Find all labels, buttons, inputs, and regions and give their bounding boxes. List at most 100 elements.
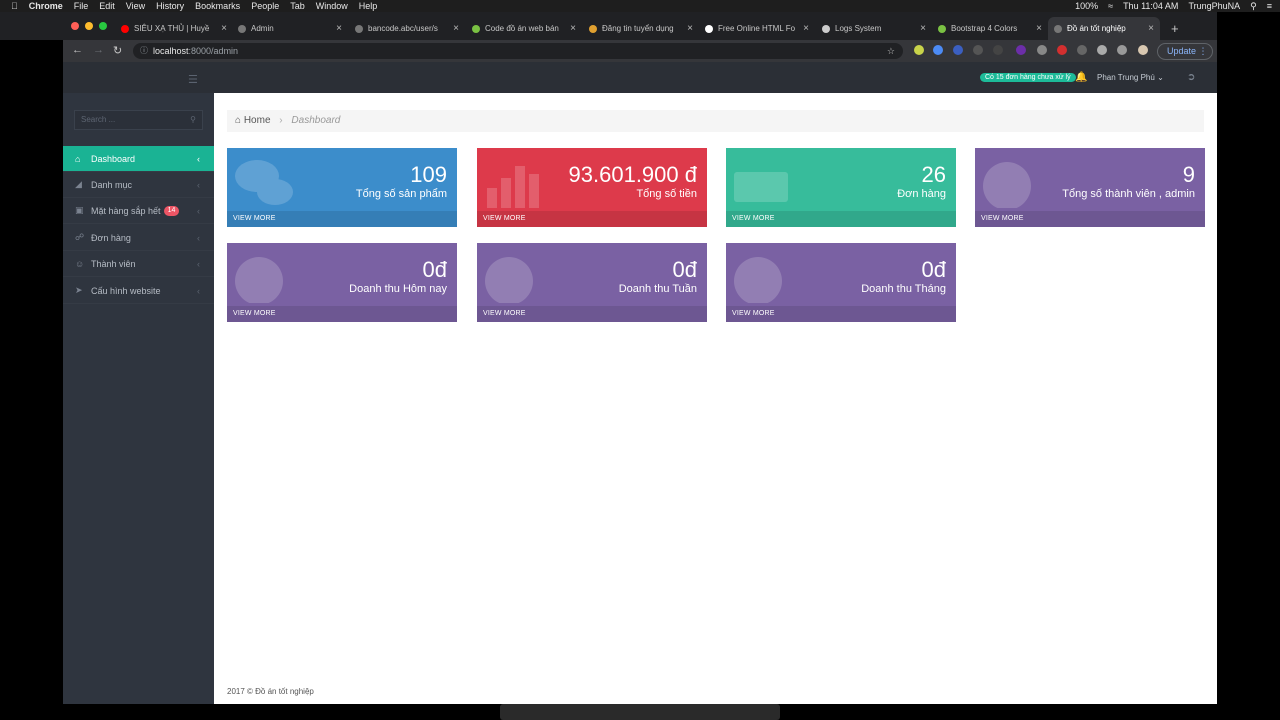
- sidebar-item-label: Danh mục: [91, 179, 133, 190]
- close-tab-icon[interactable]: ×: [221, 23, 227, 34]
- spotlight-icon[interactable]: ⚲: [1250, 1, 1257, 12]
- sidebar-item-categories[interactable]: ◢ Danh mục ‹: [63, 172, 214, 198]
- menu-clock[interactable]: Thu 11:04 AM: [1123, 1, 1178, 11]
- close-tab-icon[interactable]: ×: [570, 23, 576, 34]
- address-bar[interactable]: ⓘ localhost:8000/admin ☆: [133, 43, 903, 59]
- bookmark-star-icon[interactable]: ☆: [887, 43, 895, 59]
- browser-tab-active[interactable]: Đồ án tốt nghiệp ×: [1048, 17, 1160, 40]
- menu-file[interactable]: File: [74, 0, 89, 12]
- bar-chart-icon: [487, 166, 539, 208]
- view-more-link[interactable]: VIEW MORE: [975, 211, 1205, 227]
- extension-icon[interactable]: [993, 45, 1003, 55]
- reload-icon[interactable]: ↻: [113, 44, 122, 57]
- sidebar-item-label: Đơn hàng: [91, 232, 131, 243]
- battery-status[interactable]: 100%: [1075, 1, 1098, 11]
- browser-tab[interactable]: bancode.abc/user/s ×: [355, 17, 459, 40]
- menu-bookmarks[interactable]: Bookmarks: [195, 0, 240, 12]
- extension-icon[interactable]: [1016, 45, 1026, 55]
- menu-toggle-icon[interactable]: ☰: [188, 73, 198, 86]
- update-button[interactable]: Update ⋮: [1157, 43, 1213, 60]
- url-path: :8000/admin: [188, 46, 239, 56]
- sidebar-item-website-config[interactable]: ➤ Cấu hình website ‹: [63, 278, 214, 304]
- youtube-favicon-icon: [121, 24, 129, 33]
- browser-tab[interactable]: Logs System ×: [822, 17, 926, 40]
- adblock-icon[interactable]: [1057, 45, 1067, 55]
- close-tab-icon[interactable]: ×: [920, 23, 926, 34]
- control-center-icon[interactable]: ≡: [1267, 1, 1272, 11]
- extensions-puzzle-icon[interactable]: [1097, 45, 1107, 55]
- ff-favicon-icon: [705, 24, 713, 33]
- forward-icon[interactable]: →: [93, 44, 104, 56]
- stat-value: 9: [1182, 162, 1195, 187]
- order-notification-badge[interactable]: Có 15 đơn hàng chưa xử lý: [980, 73, 1076, 82]
- menu-window[interactable]: Window: [316, 0, 348, 12]
- close-tab-icon[interactable]: ×: [336, 23, 342, 34]
- view-more-link[interactable]: VIEW MORE: [227, 306, 457, 322]
- close-tab-icon[interactable]: ×: [803, 23, 809, 34]
- sidebar-search-input[interactable]: Search ... ⚲: [74, 110, 203, 130]
- extension-icon[interactable]: [914, 45, 924, 55]
- browser-tab[interactable]: Bootstrap 4 Colors ×: [938, 17, 1042, 40]
- menu-user[interactable]: TrungPhuNA: [1188, 1, 1240, 11]
- user-icon: ☺: [75, 258, 85, 269]
- comment-icon: [734, 172, 788, 202]
- logout-icon[interactable]: ➲: [1187, 72, 1195, 83]
- profile-avatar-icon[interactable]: [1138, 45, 1148, 55]
- app-menu[interactable]: Chrome: [29, 0, 63, 12]
- extension-icon[interactable]: [1077, 45, 1087, 55]
- close-tab-icon[interactable]: ×: [453, 23, 459, 34]
- breadcrumb: ⌂ Home › Dashboard: [227, 110, 1204, 132]
- close-tab-icon[interactable]: ×: [687, 23, 693, 34]
- menu-help[interactable]: Help: [359, 0, 378, 12]
- close-tab-icon[interactable]: ×: [1036, 23, 1042, 34]
- zoom-window-button[interactable]: [99, 22, 107, 30]
- globe-icon: [734, 257, 782, 303]
- sidebar-item-orders[interactable]: ☍ Đơn hàng ‹: [63, 225, 214, 251]
- wifi-icon[interactable]: ≈: [1108, 1, 1113, 11]
- browser-tab[interactable]: Admin ×: [238, 17, 342, 40]
- bell-icon[interactable]: 🔔: [1075, 72, 1087, 83]
- sidebar-item-label: Dashboard: [91, 153, 136, 164]
- close-window-button[interactable]: [71, 22, 79, 30]
- info-icon[interactable]: ⓘ: [140, 43, 148, 59]
- minimize-window-button[interactable]: [85, 22, 93, 30]
- view-more-link[interactable]: VIEW MORE: [726, 211, 956, 227]
- browser-tab[interactable]: Free Online HTML Fo ×: [705, 17, 809, 40]
- breadcrumb-home-link[interactable]: Home: [244, 115, 271, 126]
- view-more-link[interactable]: VIEW MORE: [726, 306, 956, 322]
- sidebar-item-members[interactable]: ☺ Thành viên ‹: [63, 251, 214, 277]
- view-more-link[interactable]: VIEW MORE: [227, 211, 457, 227]
- stat-label: Đơn hàng: [897, 188, 946, 200]
- menu-view[interactable]: View: [126, 0, 145, 12]
- back-icon[interactable]: ←: [72, 44, 83, 56]
- sidebar-item-low-stock[interactable]: ▣ Mặt hàng sắp hết 14 ‹: [63, 198, 214, 224]
- reading-list-icon[interactable]: [1117, 45, 1127, 55]
- stat-value: 0đ: [672, 257, 697, 282]
- stat-card-revenue-today: 0đ Doanh thu Hôm nay VIEW MORE: [227, 243, 457, 322]
- browser-tab[interactable]: SIÊU XẠ THỦ | Huyề ×: [121, 17, 227, 40]
- globe-icon: [485, 257, 533, 303]
- new-tab-button[interactable]: +: [1171, 17, 1185, 40]
- menu-tab[interactable]: Tab: [290, 0, 305, 12]
- extension-icon[interactable]: [953, 45, 963, 55]
- macos-menu-bar:  Chrome File Edit View History Bookmark…: [0, 0, 1280, 12]
- menu-edit[interactable]: Edit: [99, 0, 115, 12]
- extension-icon[interactable]: [973, 45, 983, 55]
- extension-icon[interactable]: [933, 45, 943, 55]
- menu-people[interactable]: People: [251, 0, 279, 12]
- stat-card-products: 109 Tổng số sản phẩm VIEW MORE: [227, 148, 457, 227]
- sidebar-item-dashboard[interactable]: ⌂ Dashboard ‹: [63, 146, 214, 172]
- shopping-bag-icon: ▣: [75, 205, 84, 215]
- search-icon[interactable]: ⚲: [190, 111, 196, 129]
- browser-tab[interactable]: Đăng tin tuyển dụng ×: [589, 17, 693, 40]
- menu-history[interactable]: History: [156, 0, 184, 12]
- view-more-link[interactable]: VIEW MORE: [477, 306, 707, 322]
- sidebar-item-label: Mặt hàng sắp hết: [91, 205, 161, 216]
- tab-label: bancode.abc/user/s: [368, 24, 438, 33]
- apple-menu-icon[interactable]: : [11, 0, 18, 12]
- view-more-link[interactable]: VIEW MORE: [477, 211, 707, 227]
- user-dropdown[interactable]: Phan Trung Phú ⌄: [1097, 73, 1164, 82]
- close-tab-icon[interactable]: ×: [1148, 23, 1154, 34]
- browser-tab[interactable]: Code đồ án web bán ×: [472, 17, 576, 40]
- extension-icon[interactable]: [1037, 45, 1047, 55]
